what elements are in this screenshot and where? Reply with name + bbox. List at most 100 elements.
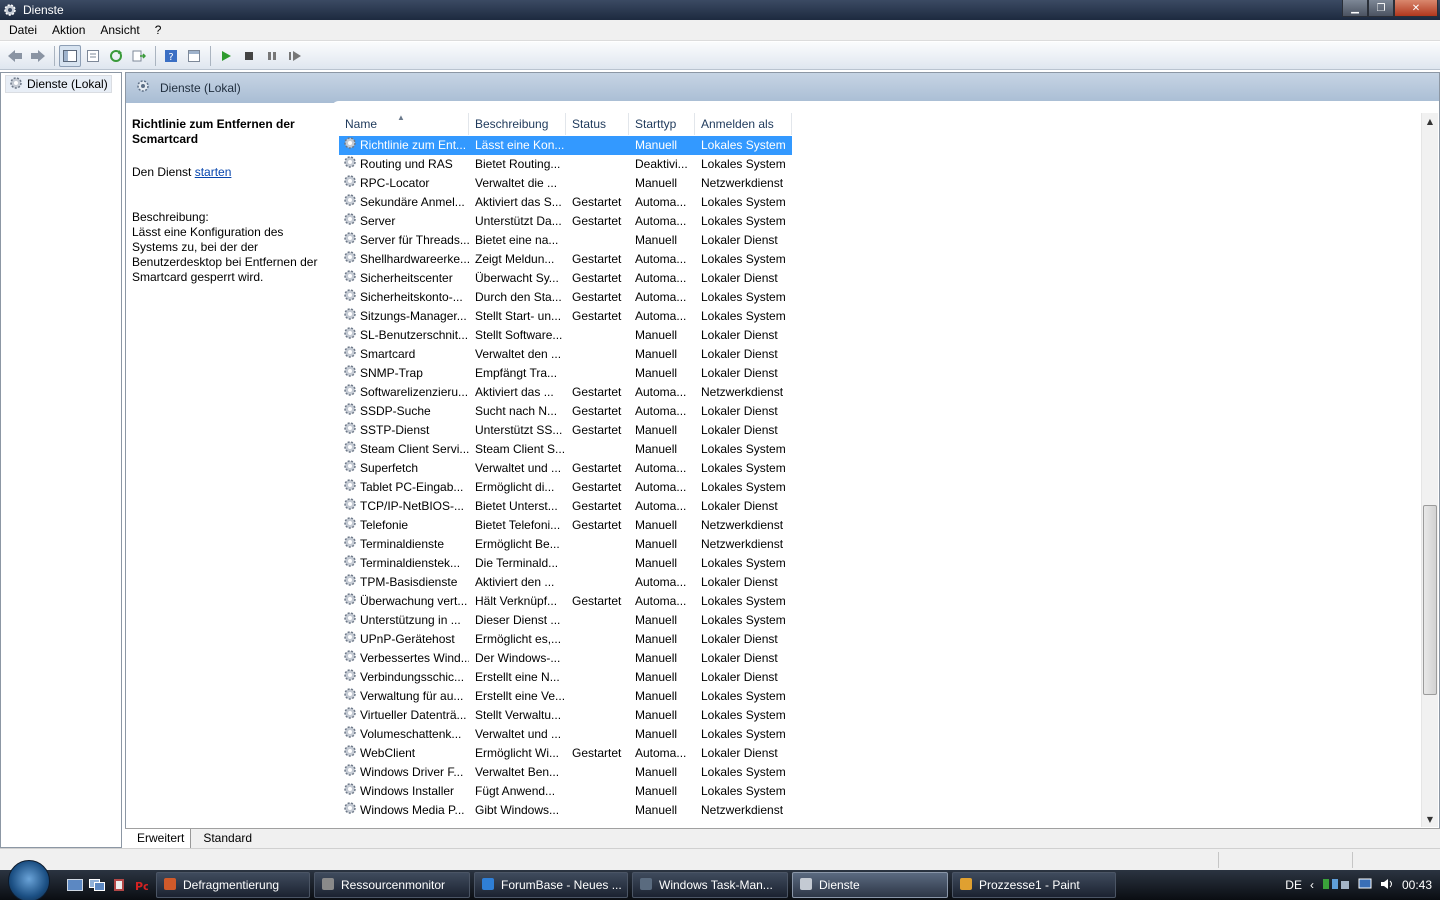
network-icon[interactable] bbox=[1322, 877, 1350, 894]
cell-starttyp: Automa... bbox=[635, 404, 687, 418]
row-cells: Verbindungsschic... Erstellt eine N... Man… bbox=[339, 668, 792, 687]
table-row[interactable]: Routing und RAS Bietet Routing... Deaktivi… bbox=[339, 155, 1425, 174]
vertical-scrollbar[interactable]: ▲ ▼ bbox=[1421, 113, 1438, 827]
cell-name: Terminaldienstek... bbox=[339, 554, 469, 573]
play-icon[interactable] bbox=[215, 45, 237, 67]
volume-icon[interactable] bbox=[1380, 877, 1394, 894]
show-desktop-icon[interactable] bbox=[64, 876, 86, 894]
cell-anmelden-als: Netzwerkdienst bbox=[701, 803, 784, 817]
cell-name: Smartcard bbox=[339, 345, 469, 364]
table-row[interactable]: Terminaldienste Ermöglicht Be... Manuell Ne… bbox=[339, 535, 1425, 554]
row-cells: Sitzungs-Manager... Stellt Start- un... Ge… bbox=[339, 307, 792, 326]
tray-expand-icon[interactable]: ‹ bbox=[1310, 878, 1314, 892]
view-icon[interactable] bbox=[183, 45, 205, 67]
table-row[interactable]: Shellhardwareerke... Zeigt Meldun... Gesta… bbox=[339, 250, 1425, 269]
table-row[interactable]: Server Unterstützt Da... Gestartet Automa..… bbox=[339, 212, 1425, 231]
table-row[interactable]: RPC-Locator Verwaltet die ... Manuell Netzw… bbox=[339, 174, 1425, 193]
table-row[interactable]: Verbessertes Wind... Der Windows-... Manue… bbox=[339, 649, 1425, 668]
menu-aktion[interactable]: Aktion bbox=[46, 23, 91, 37]
export-list-icon[interactable] bbox=[128, 45, 150, 67]
resume-icon[interactable] bbox=[284, 45, 306, 67]
table-row[interactable]: Smartcard Verwaltet den ... Manuell Lokaler… bbox=[339, 345, 1425, 364]
table-row[interactable]: TCP/IP-NetBIOS-... Bietet Unterst... Gesta… bbox=[339, 497, 1425, 516]
table-row[interactable]: Unterstützung in ... Dieser Dienst ... Man… bbox=[339, 611, 1425, 630]
tab-standard[interactable]: Standard bbox=[190, 829, 258, 848]
cell-status: Gestartet bbox=[572, 594, 622, 608]
start-button[interactable] bbox=[8, 860, 50, 900]
pdf-shortcut-icon[interactable]: Pc bbox=[130, 876, 152, 894]
menu-ansicht[interactable]: Ansicht bbox=[94, 23, 145, 37]
maximize-button[interactable]: ❐ bbox=[1368, 0, 1394, 17]
start-service-link[interactable]: starten bbox=[195, 165, 232, 179]
column-header-starttyp[interactable]: Starttyp bbox=[629, 113, 695, 135]
taskbar-button[interactable]: Defragmentierung bbox=[156, 872, 310, 898]
monitor-icon[interactable] bbox=[1358, 877, 1372, 894]
table-row[interactable]: TPM-Basisdienste Aktiviert den ... Automa.… bbox=[339, 573, 1425, 592]
gear-icon bbox=[343, 440, 357, 459]
taskbar-button[interactable]: Prozzesse1 - Paint bbox=[952, 872, 1116, 898]
table-row[interactable]: Volumeschattenk... Verwaltet und ... Manue… bbox=[339, 725, 1425, 744]
language-indicator[interactable]: DE bbox=[1285, 878, 1302, 892]
table-row[interactable]: Superfetch Verwaltet und ... Gestartet Auto… bbox=[339, 459, 1425, 478]
table-row[interactable]: Softwarelizenzieru... Aktiviert das ... Ge… bbox=[339, 383, 1425, 402]
scroll-up-icon[interactable]: ▲ bbox=[1422, 113, 1438, 129]
table-row[interactable]: WebClient Ermöglicht Wi... Gestartet Automa… bbox=[339, 744, 1425, 763]
table-row[interactable]: Sitzungs-Manager... Stellt Start- un... Ge… bbox=[339, 307, 1425, 326]
table-row[interactable]: Windows Driver F... Verwaltet Ben... Manue… bbox=[339, 763, 1425, 782]
taskbar-button[interactable]: Dienste bbox=[792, 872, 948, 898]
row-cells: Superfetch Verwaltet und ... Gestartet Auto… bbox=[339, 459, 792, 478]
table-row[interactable]: SSTP-Dienst Unterstützt SS... Gestartet Man… bbox=[339, 421, 1425, 440]
table-row[interactable]: Windows Media P... Gibt Windows... Manuell… bbox=[339, 801, 1425, 820]
table-row[interactable]: Sekundäre Anmel... Aktiviert das S... Gest… bbox=[339, 193, 1425, 212]
taskbar-button[interactable]: Ressourcenmonitor bbox=[314, 872, 470, 898]
column-header-status[interactable]: Status bbox=[566, 113, 629, 135]
tab-erweitert[interactable]: Erweitert bbox=[125, 829, 191, 848]
table-row[interactable]: Virtueller Datenträ... Stellt Verwaltu...… bbox=[339, 706, 1425, 725]
app-shortcut-icon[interactable] bbox=[108, 876, 130, 894]
table-row[interactable]: Steam Client Servi... Steam Client S... Ma… bbox=[339, 440, 1425, 459]
switch-windows-icon[interactable] bbox=[86, 876, 108, 894]
table-row[interactable]: Sicherheitscenter Überwacht Sy... Gestarte… bbox=[339, 269, 1425, 288]
scroll-thumb[interactable] bbox=[1423, 505, 1437, 695]
column-header-anmelden-als[interactable]: Anmelden als bbox=[695, 113, 792, 135]
cell-beschreibung: Ermöglicht es,... bbox=[475, 632, 562, 646]
cell-anmelden-als: Lokales System bbox=[701, 480, 786, 494]
svg-text:?: ? bbox=[168, 52, 173, 63]
column-header-beschreibung[interactable]: Beschreibung bbox=[469, 113, 566, 135]
table-row[interactable]: Überwachung vert... Hält Verknüpf... Gesta… bbox=[339, 592, 1425, 611]
minimize-button[interactable]: ▁ bbox=[1342, 0, 1368, 17]
table-row[interactable]: SL-Benutzerschnit... Stellt Software... Ma… bbox=[339, 326, 1425, 345]
table-row[interactable]: SNMP-Trap Empfängt Tra... Manuell Lokaler D… bbox=[339, 364, 1425, 383]
taskbar-button[interactable]: ForumBase - Neues ... bbox=[474, 872, 628, 898]
table-row[interactable]: Richtlinie zum Ent... Lässt eine Kon... Ma… bbox=[339, 136, 1425, 155]
cell-anmelden-als: Lokaler Dienst bbox=[701, 404, 778, 418]
close-button[interactable]: ✕ bbox=[1394, 0, 1438, 17]
console-tree-icon[interactable] bbox=[59, 44, 81, 67]
table-row[interactable]: Telefonie Bietet Telefoni... Gestartet Manu… bbox=[339, 516, 1425, 535]
clock[interactable]: 00:43 bbox=[1402, 878, 1432, 892]
stop-icon[interactable] bbox=[238, 45, 260, 67]
table-row[interactable]: Verbindungsschic... Erstellt eine N... Man… bbox=[339, 668, 1425, 687]
tree-item-dienste-lokal[interactable]: Dienste (Lokal) bbox=[5, 75, 112, 93]
table-row[interactable]: Windows Installer Fügt Anwend... Manuell Lo… bbox=[339, 782, 1425, 801]
table-row[interactable]: Sicherheitskonto-... Durch den Sta... Gest… bbox=[339, 288, 1425, 307]
pause-icon[interactable] bbox=[261, 45, 283, 67]
column-header-name[interactable]: ▲ Name bbox=[339, 113, 469, 135]
table-row[interactable]: Verwaltung für au... Erstellt eine Ve... M… bbox=[339, 687, 1425, 706]
table-row[interactable]: UPnP-Gerätehost Ermöglicht es,... Manuell L… bbox=[339, 630, 1425, 649]
forward-icon[interactable] bbox=[27, 45, 49, 67]
refresh-icon[interactable] bbox=[105, 45, 127, 67]
menu-help[interactable]: ? bbox=[149, 23, 168, 37]
menu-datei[interactable]: Datei bbox=[3, 23, 43, 37]
table-row[interactable]: Server für Threads... Bietet eine na... Ma… bbox=[339, 231, 1425, 250]
taskbar-button[interactable]: Windows Task-Man... bbox=[632, 872, 788, 898]
table-row[interactable]: SSDP-Suche Sucht nach N... Gestartet Automa… bbox=[339, 402, 1425, 421]
scroll-down-icon[interactable]: ▼ bbox=[1422, 811, 1438, 827]
help-icon[interactable]: ? bbox=[160, 45, 182, 67]
table-row[interactable]: Tablet PC-Eingab... Ermöglicht di... Gesta… bbox=[339, 478, 1425, 497]
cell-anmelden-als: Lokaler Dienst bbox=[701, 499, 778, 513]
row-cells: Terminaldienstek... Die Terminald... Manue… bbox=[339, 554, 792, 573]
properties-icon[interactable] bbox=[82, 45, 104, 67]
back-icon[interactable] bbox=[4, 45, 26, 67]
table-row[interactable]: Terminaldienstek... Die Terminald... Manue… bbox=[339, 554, 1425, 573]
